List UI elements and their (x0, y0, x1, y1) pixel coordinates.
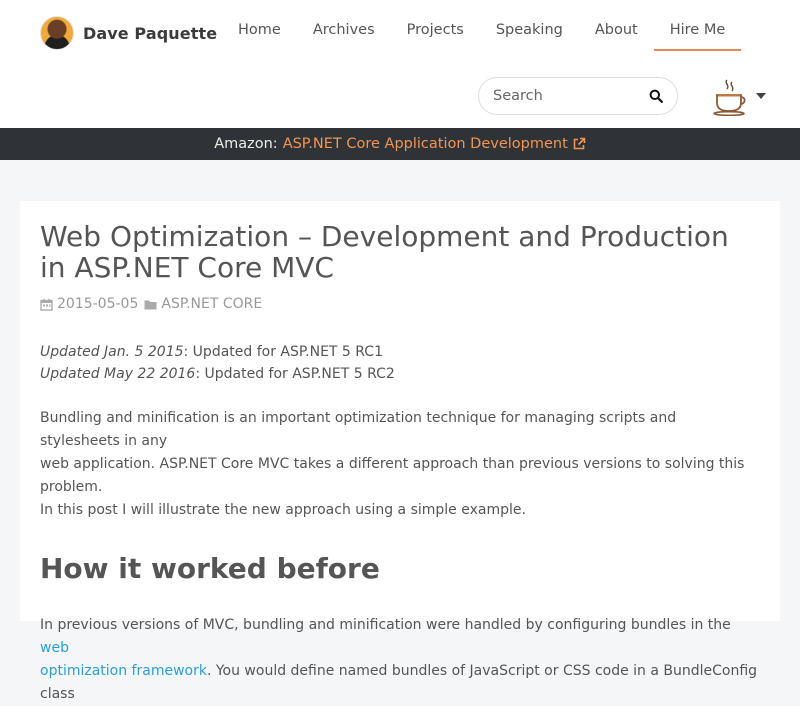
update-text: : Updated for ASP.NET 5 RC1 (183, 344, 383, 360)
section-heading: How it worked before (40, 552, 380, 585)
update-line: Updated Jan. 5 2015: Updated for ASP.NET… (40, 341, 760, 363)
caret-down-icon[interactable] (756, 93, 766, 99)
avatar (40, 16, 74, 50)
search-box (478, 77, 678, 115)
update-text: : Updated for ASP.NET 5 RC2 (195, 366, 395, 382)
promo-prefix: Amazon: (214, 136, 278, 152)
nav-hire-me[interactable]: Hire Me (653, 12, 742, 51)
nav-archives[interactable]: Archives (297, 12, 391, 51)
search-input[interactable] (491, 87, 645, 105)
post-date: 2015-05-05 (57, 296, 139, 312)
intro-line: web application. ASP.NET Core MVC takes … (40, 456, 745, 495)
section-text: In previous versions of MVC, bundling an… (40, 617, 731, 633)
intro-paragraph: Bundling and minification is an importan… (40, 407, 760, 522)
intro-line: In this post I will illustrate the new a… (40, 502, 526, 518)
web-optimization-link[interactable]: optimization framework (40, 663, 207, 679)
update-line: Updated May 22 2016: Updated for ASP.NET… (40, 363, 760, 385)
external-link-icon[interactable] (572, 137, 586, 151)
calendar-icon (40, 298, 53, 311)
post-updates: Updated Jan. 5 2015: Updated for ASP.NET… (40, 341, 760, 385)
section-paragraph: In previous versions of MVC, bundling an… (40, 614, 760, 706)
web-optimization-link[interactable]: web (40, 640, 69, 656)
post-card: Web Optimization – Development and Produ… (20, 201, 780, 702)
coffee-cup-icon[interactable] (712, 78, 748, 116)
brand-link[interactable]: Dave Paquette (40, 16, 217, 50)
post-meta: 2015-05-05 ASP.NET CORE (40, 296, 760, 312)
update-date: Updated May 22 2016 (40, 366, 196, 382)
intro-line: Bundling and minification is an importan… (40, 410, 677, 449)
nav-projects[interactable]: Projects (391, 12, 480, 51)
folder-icon (144, 300, 157, 309)
promo-banner: Amazon: ASP.NET Core Application Develop… (0, 128, 800, 160)
promo-link[interactable]: ASP.NET Core Application Development (283, 136, 568, 152)
main-nav: Home Archives Projects Speaking About Hi… (222, 12, 742, 51)
post-category[interactable]: ASP.NET CORE (161, 296, 262, 312)
site-header: Dave Paquette Home Archives Projects Spe… (0, 0, 800, 128)
brand-name: Dave Paquette (83, 23, 218, 43)
nav-speaking[interactable]: Speaking (480, 12, 579, 51)
search-icon[interactable] (649, 89, 663, 103)
nav-about[interactable]: About (579, 12, 654, 51)
update-date: Updated Jan. 5 2015 (40, 344, 184, 360)
post-title: Web Optimization – Development and Produ… (40, 220, 729, 284)
nav-home[interactable]: Home (222, 12, 297, 51)
